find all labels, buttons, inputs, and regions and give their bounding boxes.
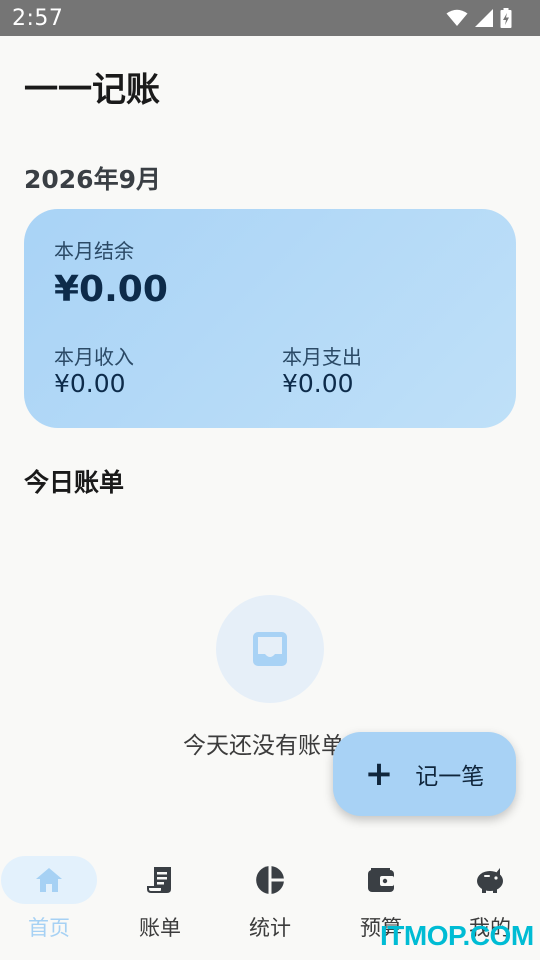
nav-label-bills: 账单 bbox=[139, 916, 181, 940]
expense-value: ¥0.00 bbox=[282, 369, 354, 398]
nav-label-home: 首页 bbox=[28, 916, 70, 940]
income-value: ¥0.00 bbox=[54, 369, 126, 398]
nav-item-home[interactable]: 首页 bbox=[0, 842, 108, 960]
balance-label: 本月结余 bbox=[54, 239, 134, 263]
watermark: ITMOP.COM bbox=[380, 920, 534, 951]
app-title: 一一记账 bbox=[24, 70, 160, 110]
month-label[interactable]: 2026年9月 bbox=[24, 160, 161, 196]
piggy-bank-icon bbox=[477, 868, 503, 893]
signal-icon bbox=[475, 9, 493, 27]
status-time: 2:57 bbox=[12, 5, 64, 31]
pie-chart-icon bbox=[256, 866, 284, 894]
empty-state-circle bbox=[216, 595, 324, 703]
balance-value: ¥0.00 bbox=[54, 269, 168, 310]
add-record-button[interactable]: + 记一笔 bbox=[333, 732, 516, 816]
battery-icon bbox=[500, 8, 512, 28]
income-label: 本月收入 bbox=[54, 345, 134, 369]
nav-item-stats[interactable]: 统计 bbox=[216, 842, 324, 960]
receipt-icon bbox=[147, 867, 171, 893]
status-icons bbox=[446, 8, 512, 28]
add-record-label: 记一笔 bbox=[415, 764, 485, 790]
today-bills-title: 今日账单 bbox=[24, 468, 125, 497]
nav-label-stats: 统计 bbox=[249, 916, 291, 940]
expense-label: 本月支出 bbox=[282, 345, 362, 369]
status-bar: 2:57 bbox=[0, 0, 540, 36]
wifi-icon bbox=[446, 9, 468, 26]
plus-icon: + bbox=[364, 754, 394, 794]
inbox-icon bbox=[253, 632, 287, 666]
wallet-icon bbox=[368, 868, 394, 892]
empty-state-text: 今天还没有账单 bbox=[183, 733, 344, 759]
home-icon bbox=[36, 868, 62, 892]
monthly-summary-card: 本月结余 ¥0.00 本月收入 ¥0.00 本月支出 ¥0.00 bbox=[24, 209, 516, 428]
nav-item-bills[interactable]: 账单 bbox=[108, 842, 216, 960]
